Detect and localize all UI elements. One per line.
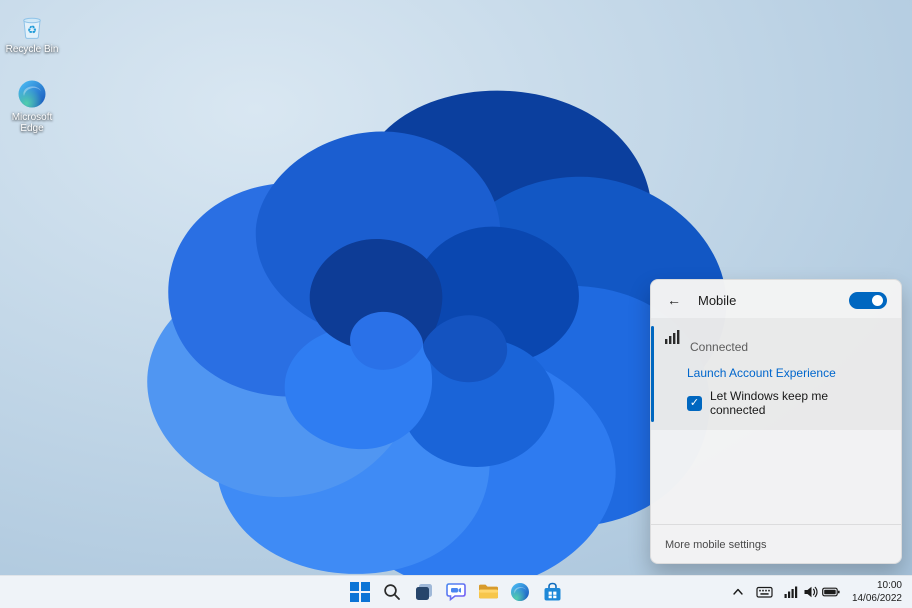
start-icon	[350, 582, 370, 602]
desktop-icon-label: Recycle Bin	[5, 44, 59, 55]
clock[interactable]: 10:00 14/06/2022	[846, 578, 910, 606]
desktop-icons: ♻ Recycle Bin Microsoft Edge	[2, 8, 62, 137]
wallpaper-bloom	[96, 70, 782, 608]
touch-keyboard-button[interactable]	[751, 578, 778, 606]
chevron-up-icon	[733, 588, 743, 595]
clock-date: 14/06/2022	[851, 593, 902, 604]
network-signal-icon	[784, 586, 798, 598]
search-icon	[384, 584, 400, 600]
back-button[interactable]: ←	[661, 288, 687, 312]
connection-status-row: Connected	[665, 328, 885, 354]
selection-accent-bar	[651, 326, 654, 422]
back-arrow-icon: ←	[667, 292, 681, 308]
flyout-header: ← Mobile	[651, 280, 901, 318]
checkbox-label: Let Windows keep me connected	[710, 389, 829, 417]
file-explorer-icon	[478, 584, 498, 599]
edge-icon	[16, 78, 48, 110]
taskbar-tray: 10:00 14/06/2022	[726, 578, 910, 606]
keyboard-icon	[756, 586, 773, 598]
connection-status: Connected	[690, 340, 749, 354]
mobile-toggle[interactable]	[849, 291, 887, 309]
store-icon	[544, 582, 560, 601]
start-button[interactable]	[345, 578, 375, 606]
edge-icon	[511, 583, 529, 601]
task-view-button[interactable]	[409, 578, 439, 606]
flyout-footer: More mobile settings	[651, 524, 901, 563]
chat-icon	[446, 583, 466, 602]
checkbox-checked-icon[interactable]: ✓	[687, 395, 702, 411]
flyout-title: Mobile	[698, 292, 737, 308]
keep-connected-checkbox-row[interactable]: ✓ Let Windows keep me connected	[687, 389, 885, 417]
launch-account-experience-link[interactable]: Launch Account Experience	[687, 366, 836, 380]
clock-time: 10:00	[876, 580, 902, 591]
system-status-button[interactable]	[779, 578, 845, 606]
chat-button[interactable]	[441, 578, 471, 606]
checkmark-glyph: ✓	[689, 396, 700, 409]
edge-button[interactable]	[505, 578, 535, 606]
taskbar-center-icons	[345, 578, 567, 606]
more-mobile-settings-link[interactable]: More mobile settings	[665, 539, 767, 551]
desktop-icon-microsoft-edge[interactable]: Microsoft Edge	[2, 76, 62, 137]
desktop-icon-recycle-bin[interactable]: ♻ Recycle Bin	[2, 8, 62, 58]
battery-icon	[822, 587, 840, 597]
cellular-signal-icon	[665, 330, 680, 344]
recycle-bin-icon: ♻	[16, 10, 48, 42]
search-button[interactable]	[377, 578, 407, 606]
file-explorer-button[interactable]	[473, 578, 503, 606]
connection-card: Connected Launch Account Experience ✓ Le…	[651, 318, 901, 430]
desktop-icon-label: Microsoft Edge	[11, 111, 53, 135]
taskbar: 10:00 14/06/2022	[0, 575, 912, 608]
store-button[interactable]	[537, 578, 567, 606]
mobile-flyout: ← Mobile Connected Launch Account Experi…	[650, 279, 902, 564]
task-view-icon	[416, 584, 432, 600]
volume-icon	[804, 586, 818, 598]
toggle-knob	[872, 294, 883, 306]
svg-text:♻: ♻	[27, 25, 37, 37]
tray-overflow-button[interactable]	[726, 578, 750, 606]
